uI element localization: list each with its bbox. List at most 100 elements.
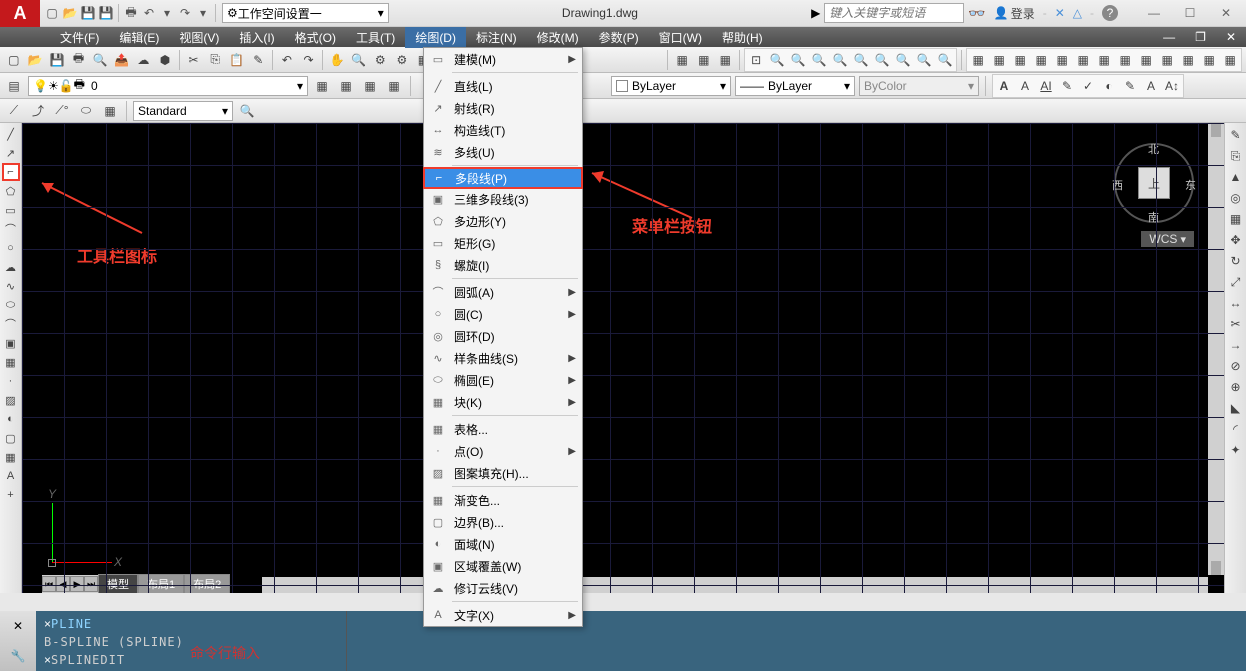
minimize-button[interactable]: — xyxy=(1146,6,1162,20)
3d-icon[interactable]: ⬢ xyxy=(155,50,175,70)
menu-edit[interactable]: 编辑(E) xyxy=(109,27,169,48)
tool-icon[interactable]: ▦ xyxy=(1010,50,1030,70)
menu-item[interactable]: ↗射线(R) xyxy=(424,97,582,119)
doc-minimize[interactable]: — xyxy=(1153,28,1185,46)
pan-icon[interactable]: ✋ xyxy=(327,50,347,70)
print-icon[interactable]: 🖶 xyxy=(123,5,139,21)
menu-item[interactable]: ▦表格... xyxy=(424,418,582,440)
menu-draw[interactable]: 绘图(D) xyxy=(405,27,466,48)
publish-icon[interactable]: 📤 xyxy=(112,50,132,70)
vertical-scrollbar[interactable] xyxy=(1208,123,1224,575)
tool-icon[interactable]: ⟋ xyxy=(4,101,24,121)
cmd-close-icon[interactable]: ✕ xyxy=(13,619,23,633)
menu-file[interactable]: 文件(F) xyxy=(50,27,109,48)
doc-restore[interactable]: ❐ xyxy=(1185,28,1216,46)
menu-format[interactable]: 格式(O) xyxy=(285,27,346,48)
menu-item[interactable]: ▭矩形(G) xyxy=(424,232,582,254)
tool-icon[interactable]: ▦ xyxy=(989,50,1009,70)
workspace-selector[interactable]: ⚙ ▾ xyxy=(222,3,389,23)
menu-dimension[interactable]: 标注(N) xyxy=(466,27,527,48)
menu-item[interactable]: ⬭椭圆(E)▶ xyxy=(424,369,582,391)
zoom-icon[interactable]: 🔍 xyxy=(914,50,934,70)
save-icon[interactable]: 💾 xyxy=(47,50,67,70)
new-icon[interactable]: ▢ xyxy=(4,50,24,70)
text-icon[interactable]: A xyxy=(1015,76,1035,96)
maximize-button[interactable]: ☐ xyxy=(1182,6,1198,20)
workspace-input[interactable] xyxy=(238,6,378,20)
dropdown-icon[interactable]: ▾ xyxy=(195,5,211,21)
menu-item[interactable]: ○圆(C)▶ xyxy=(424,303,582,325)
region-icon[interactable]: ▢ xyxy=(2,429,20,447)
text-icon[interactable]: A xyxy=(994,76,1014,96)
rectangle-icon[interactable]: ▭ xyxy=(2,201,20,219)
menu-item[interactable]: ≋多线(U) xyxy=(424,141,582,163)
tool-icon[interactable]: A xyxy=(1141,76,1161,96)
fillet-icon[interactable]: ◜ xyxy=(1226,419,1246,439)
tool-icon[interactable]: ▦ xyxy=(1031,50,1051,70)
erase-icon[interactable]: ✎ xyxy=(1226,125,1246,145)
zoom-icon[interactable]: 🔍 xyxy=(830,50,850,70)
tool-icon[interactable]: ⟋° xyxy=(52,101,72,121)
preview-icon[interactable]: 🔍 xyxy=(90,50,110,70)
tool-icon[interactable]: ▦ xyxy=(716,50,736,70)
stretch-icon[interactable]: ↔ xyxy=(1226,293,1246,313)
tool-icon[interactable]: ▦ xyxy=(1199,50,1219,70)
cmd-wrench-icon[interactable]: 🔧 xyxy=(11,649,26,663)
tool-icon[interactable]: ⚙ xyxy=(370,50,390,70)
polygon-icon[interactable]: ⬠ xyxy=(2,182,20,200)
tool-icon[interactable]: ⚙ xyxy=(392,50,412,70)
menu-item[interactable]: ⌒圆弧(A)▶ xyxy=(424,281,582,303)
copy-icon[interactable]: ⎘ xyxy=(205,50,225,70)
menu-modify[interactable]: 修改(M) xyxy=(527,27,589,48)
copy-icon[interactable]: ⎘ xyxy=(1226,146,1246,166)
offset-icon[interactable]: ◎ xyxy=(1226,188,1246,208)
tab-layout1[interactable]: 布局1 xyxy=(138,574,184,593)
block-icon[interactable]: ▦ xyxy=(2,353,20,371)
zoom-icon[interactable]: 🔍 xyxy=(809,50,829,70)
break-icon[interactable]: ⊘ xyxy=(1226,356,1246,376)
zoom-icon[interactable]: 🔍 xyxy=(767,50,787,70)
menu-item[interactable]: ⬠多边形(Y) xyxy=(424,210,582,232)
tool-icon[interactable]: ▦ xyxy=(360,76,380,96)
tool-icon[interactable]: ✎ xyxy=(1120,76,1140,96)
text-icon[interactable]: AI xyxy=(1036,76,1056,96)
zoom-icon[interactable]: 🔍 xyxy=(872,50,892,70)
tab-layout2[interactable]: 布局2 xyxy=(184,574,230,593)
open-icon[interactable]: 📂 xyxy=(62,5,78,21)
saveas-icon[interactable]: 💾 xyxy=(98,5,114,21)
wcs-badge[interactable]: WCS ▾ xyxy=(1141,231,1194,247)
help-icon[interactable]: ? xyxy=(1102,5,1118,21)
ellipsearc-icon[interactable]: ⌒ xyxy=(2,315,20,333)
tool-icon[interactable]: ▦ xyxy=(1136,50,1156,70)
tool-icon[interactable]: ▦ xyxy=(968,50,988,70)
cloud-icon[interactable]: ☁ xyxy=(134,50,154,70)
spline-icon[interactable]: ∿ xyxy=(2,277,20,295)
menu-item[interactable]: ·点(O)▶ xyxy=(424,440,582,462)
hatch-icon[interactable]: ▨ xyxy=(2,391,20,409)
redo-icon[interactable]: ↷ xyxy=(177,5,193,21)
tool-icon[interactable]: ▦ xyxy=(694,50,714,70)
move-icon[interactable]: ✥ xyxy=(1226,230,1246,250)
search-input[interactable] xyxy=(824,3,964,23)
layer-icon[interactable]: ▤ xyxy=(4,76,24,96)
menu-view[interactable]: 视图(V) xyxy=(169,27,229,48)
tool-icon[interactable]: ▦ xyxy=(312,76,332,96)
zoom-icon[interactable]: 🔍 xyxy=(349,50,369,70)
tool-icon[interactable]: ✎ xyxy=(1057,76,1077,96)
tool-icon[interactable]: ◐ xyxy=(1099,76,1119,96)
chamfer-icon[interactable]: ◣ xyxy=(1226,398,1246,418)
zoom-icon[interactable]: 🔍 xyxy=(935,50,955,70)
open-icon[interactable]: 📂 xyxy=(26,50,46,70)
menu-item[interactable]: ◐面域(N) xyxy=(424,533,582,555)
join-icon[interactable]: ⊕ xyxy=(1226,377,1246,397)
tool-icon[interactable]: ▦ xyxy=(336,76,356,96)
zoom-window-icon[interactable]: ⊡ xyxy=(746,50,766,70)
menu-item[interactable]: ▭建模(M)▶ xyxy=(424,48,582,70)
doc-close[interactable]: ✕ xyxy=(1216,28,1246,46)
tool-icon[interactable]: ▦ xyxy=(1073,50,1093,70)
play-icon[interactable]: ▶ xyxy=(811,6,820,20)
tab-last[interactable]: ⏭ xyxy=(84,576,98,592)
paste-icon[interactable]: 📋 xyxy=(227,50,247,70)
insert-icon[interactable]: ▣ xyxy=(2,334,20,352)
cloud-icon[interactable]: △ xyxy=(1073,6,1082,20)
